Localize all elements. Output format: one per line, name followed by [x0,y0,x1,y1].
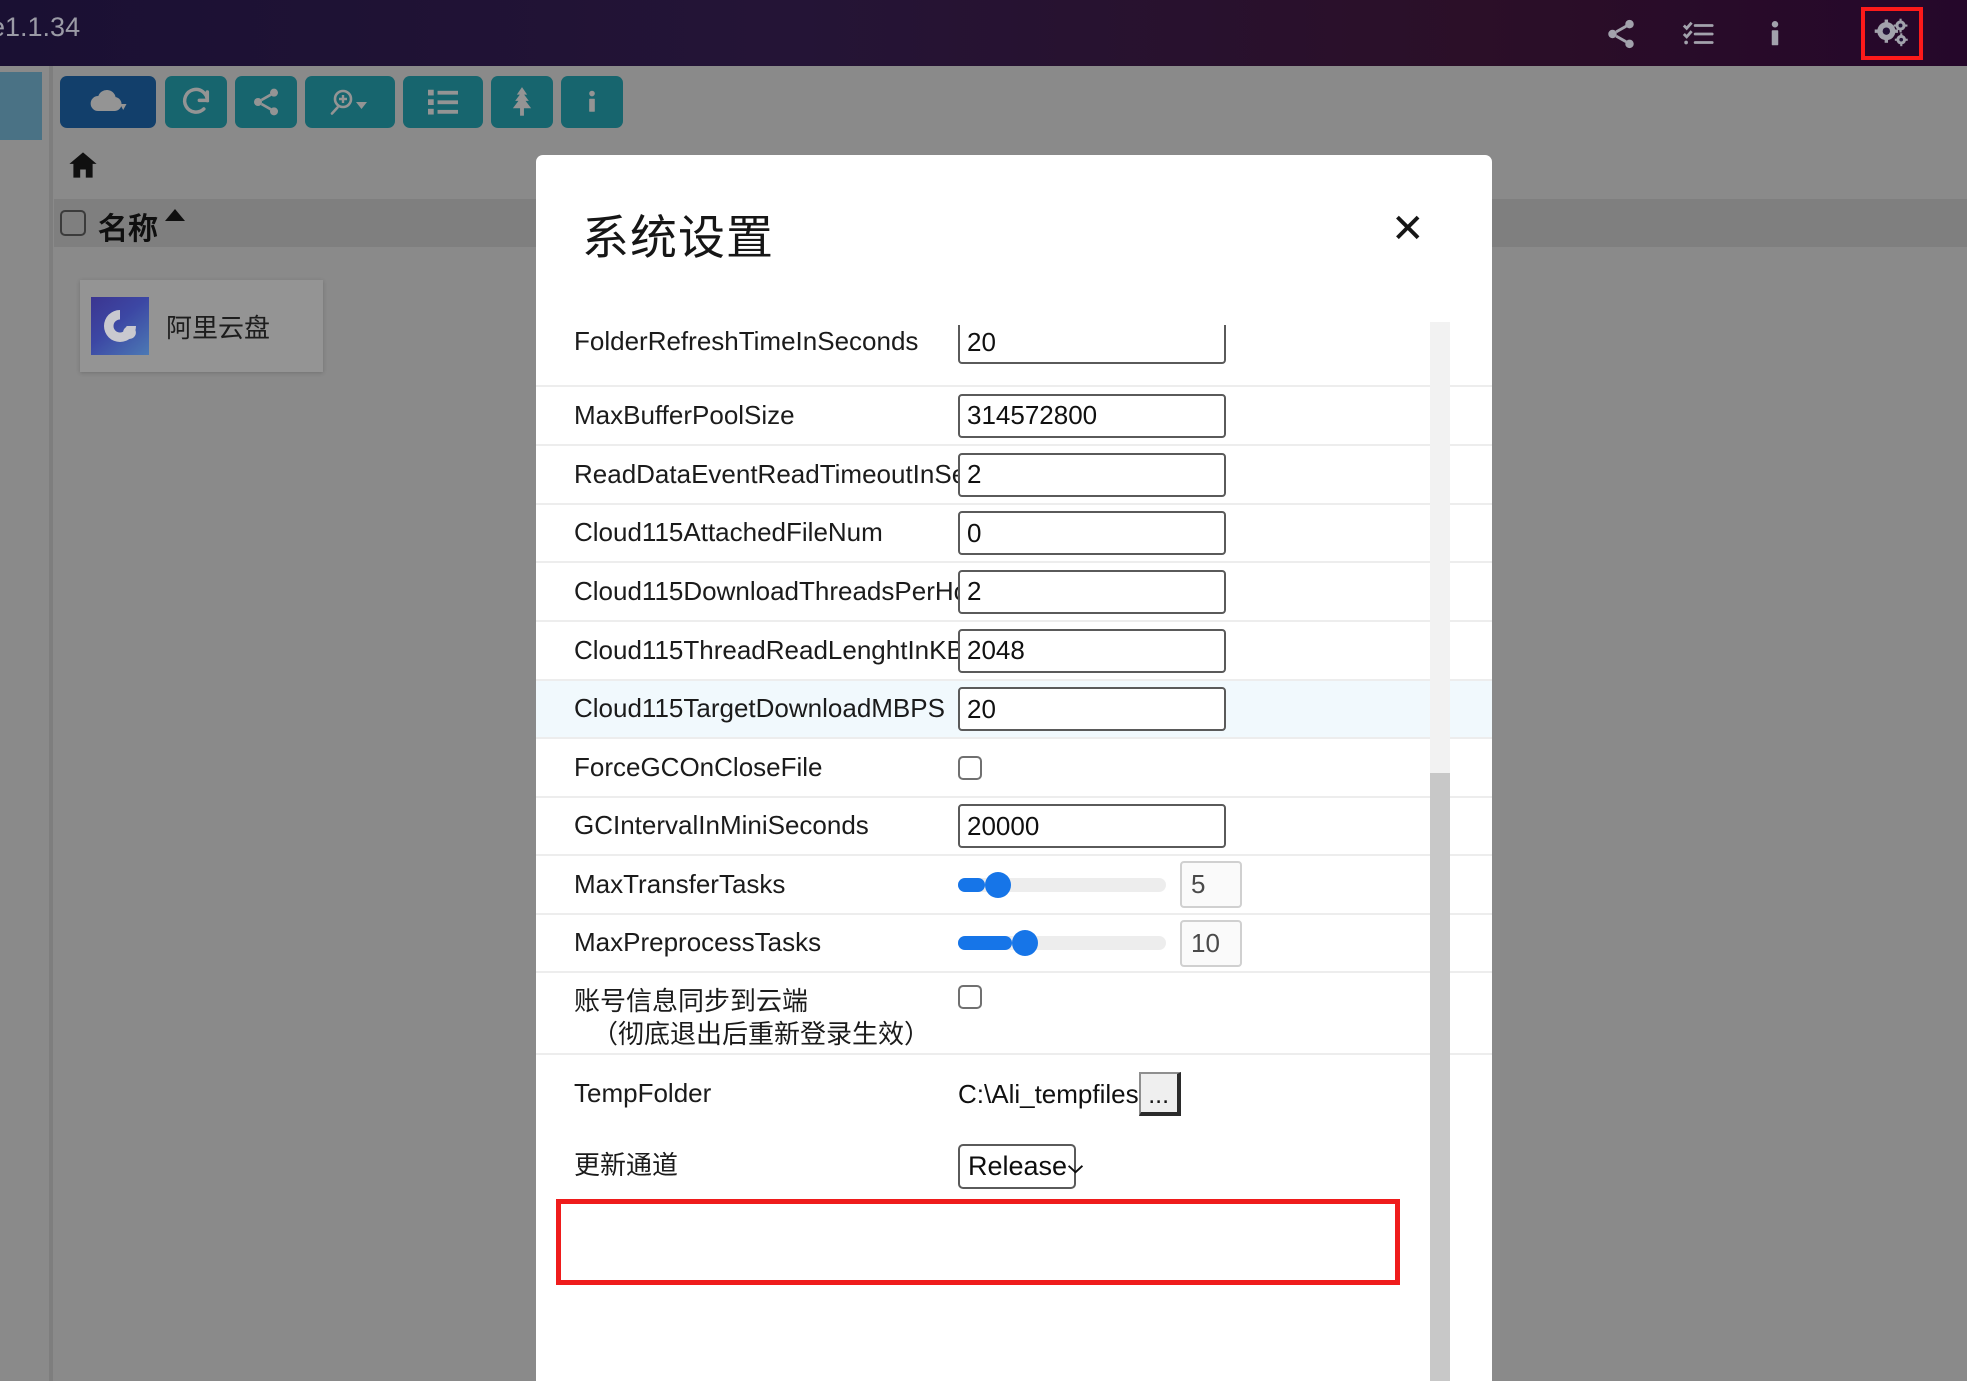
setting-row: FolderRefreshTimeInSeconds [536,325,1492,385]
setting-slider[interactable] [958,871,1166,898]
setting-label: ReadDataEventReadTimeoutInSeconds [574,458,1036,489]
slider-thumb[interactable] [1012,930,1039,956]
setting-row: MaxTransferTasks 5 [536,854,1492,913]
update-channel-value: Release [968,1150,1068,1181]
setting-label: 账号信息同步到云端 （彻底退出后重新登录生效） [574,985,958,1052]
alibaba-cloud-drive-icon [91,297,149,355]
setting-slider[interactable] [958,930,1166,956]
share-button[interactable] [235,76,297,128]
info-icon[interactable] [1744,8,1806,60]
setting-text-input[interactable] [958,511,1226,555]
setting-label-main: 账号信息同步到云端 [574,986,809,1016]
setting-label-sub: （彻底退出后重新登录生效） [592,1019,931,1050]
slider-fill [958,877,986,892]
sort-ascending-icon[interactable] [165,209,185,221]
setting-label: 更新通道 [574,1150,679,1181]
setting-label: Cloud115ThreadReadLenghtInKB [574,634,964,665]
list-item[interactable]: 阿里云盘 [80,280,323,372]
tree-view-button[interactable] [491,76,553,128]
share-icon[interactable] [1590,8,1652,60]
close-icon[interactable]: ✕ [1391,209,1425,249]
settings-gears-icon[interactable] [1861,7,1923,60]
refresh-button[interactable] [165,76,227,128]
window-title-bar: e1.1.34 [0,0,1967,66]
setting-label: Cloud115AttachedFileNum [574,517,883,548]
temp-folder-path: C:\Ali_tempfiles [958,1078,1139,1109]
setting-checkbox[interactable] [958,985,982,1009]
setting-row: TempFolder C:\Ali_tempfiles ... [536,1053,1492,1133]
chevron-down-icon [1067,1151,1084,1182]
list-view-button[interactable] [403,76,483,128]
setting-text-input[interactable] [958,569,1226,614]
setting-row: Cloud115AttachedFileNum [536,503,1492,561]
setting-label: TempFolder [574,1078,712,1109]
update-channel-select[interactable]: Release [958,1143,1084,1189]
settings-scroll-area: FolderRefreshTimeInSeconds MaxBufferPool… [536,325,1492,1381]
setting-label: FolderRefreshTimeInSeconds [574,326,919,357]
setting-row: Cloud115DownloadThreadsPerHost [536,561,1492,620]
zoom-menu-button[interactable] [305,76,395,128]
setting-row: MaxBufferPoolSize [536,385,1492,444]
setting-label: ForceGCOnCloseFile [574,751,823,782]
setting-label: Cloud115DownloadThreadsPerHost [574,575,989,606]
slider-fill [958,936,1013,950]
setting-row: ForceGCOnCloseFile [536,737,1492,796]
setting-checkbox[interactable] [958,755,982,780]
setting-text-input[interactable] [958,687,1226,731]
setting-row: ReadDataEventReadTimeoutInSeconds [536,444,1492,503]
list-item-label: 阿里云盘 [166,312,271,343]
task-list-icon[interactable] [1667,8,1729,60]
home-icon[interactable] [66,149,100,186]
setting-label: GCIntervalInMiniSeconds [574,810,869,841]
settings-dialog: 系统设置 ✕ FolderRefreshTimeInSeconds MaxBuf… [536,155,1492,1381]
info-button[interactable] [561,76,623,128]
slider-value[interactable]: 10 [1180,919,1242,967]
settings-rows: FolderRefreshTimeInSeconds MaxBufferPool… [536,325,1492,1199]
setting-label: MaxPreprocessTasks [574,927,822,958]
setting-label: MaxTransferTasks [574,868,786,899]
setting-row: 更新通道 Release [536,1133,1492,1199]
rail-divider [49,66,53,1381]
browse-folder-button[interactable]: ... [1138,1072,1181,1116]
column-header-name[interactable]: 名称 [98,204,158,248]
setting-row: MaxPreprocessTasks 10 [536,913,1492,971]
setting-row: Cloud115ThreadReadLenghtInKB [536,620,1492,679]
setting-text-input[interactable] [958,452,1226,497]
dialog-title: 系统设置 [582,211,774,264]
slider-thumb[interactable] [985,871,1012,898]
app-toolbar [54,72,1967,130]
select-all-checkbox[interactable] [60,210,86,236]
setting-label: MaxBufferPoolSize [574,399,795,430]
setting-label: Cloud115TargetDownloadMBPS [574,693,945,724]
cloud-menu-button[interactable] [60,76,156,128]
dialog-scrollbar-thumb[interactable] [1430,773,1450,1381]
setting-text-input[interactable] [958,393,1226,438]
setting-text-input[interactable] [958,804,1226,848]
setting-row: GCIntervalInMiniSeconds [536,796,1492,854]
app-version-label: e1.1.34 [0,12,81,42]
setting-text-input[interactable] [958,628,1226,673]
setting-row: 账号信息同步到云端 （彻底退出后重新登录生效） [536,971,1492,1053]
slider-value[interactable]: 5 [1180,861,1242,908]
left-rail [0,140,42,1381]
left-panel-stub [0,72,42,140]
setting-row: Cloud115TargetDownloadMBPS [536,679,1492,737]
setting-text-input[interactable] [958,325,1226,364]
